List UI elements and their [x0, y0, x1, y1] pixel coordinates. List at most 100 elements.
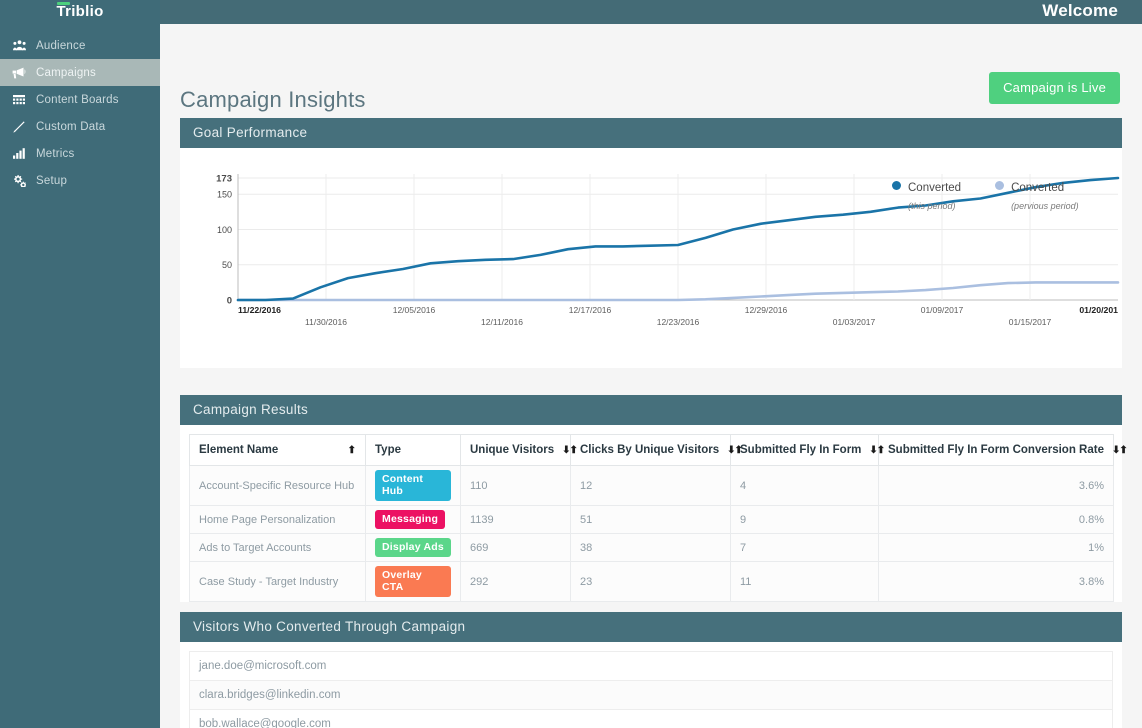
cell-type-badge: Messaging — [365, 505, 461, 534]
legend-label: Converted — [908, 182, 962, 194]
sidebar-item-label: Metrics — [36, 147, 75, 160]
sort-both-icon[interactable]: ⬇⬆ — [562, 445, 578, 456]
cell-element-name: Home Page Personalization — [189, 505, 366, 534]
type-badge: Overlay CTA — [375, 566, 451, 597]
cell-clicks-by-unique-visitors: 23 — [570, 561, 731, 602]
sidebar-item-label: Setup — [36, 174, 68, 187]
type-badge: Display Ads — [375, 538, 451, 557]
visitor-row[interactable]: jane.doe@microsoft.com — [189, 651, 1113, 680]
sidebar: Triblio Audience Campaigns Content Board… — [0, 0, 160, 728]
column-label: Clicks By Unique Visitors — [580, 444, 720, 456]
welcome-label: Welcome — [1042, 1, 1118, 20]
svg-text:12/11/2016: 12/11/2016 — [481, 317, 523, 327]
main-content: Campaign Insights Campaign is Live Goal … — [160, 24, 1142, 728]
sidebar-item-label: Campaigns — [36, 66, 96, 79]
legend-sublabel: (pervious period) — [1011, 201, 1079, 211]
campaign-results-body: Element Name ⬆ Type Unique Visitors ⬇⬆ Clicks… — [180, 425, 1128, 602]
cell-element-name: Account-Specific Resource Hub — [189, 465, 366, 506]
legend-label: Converted — [1011, 182, 1065, 194]
visitors-card: Visitors Who Converted Through Campaign … — [180, 612, 1122, 728]
legend-sublabel: (this period) — [908, 201, 956, 211]
campaign-results-title: Campaign Results — [180, 395, 1122, 425]
table-header-row: Element Name ⬆ Type Unique Visitors ⬇⬆ Clicks… — [189, 434, 1128, 466]
table-header-element-name[interactable]: Element Name ⬆ — [189, 434, 366, 466]
table-row[interactable]: Case Study - Target Industry Overlay CTA 2… — [189, 561, 1114, 602]
sidebar-item-audience[interactable]: Audience — [0, 32, 160, 59]
table-row[interactable]: Ads to Target Accounts Display Ads 669 38 7 1… — [189, 533, 1114, 562]
wand-icon — [8, 120, 30, 133]
table-header-unique-visitors[interactable]: Unique Visitors ⬇⬆ — [460, 434, 578, 466]
goal-performance-card: Goal Performance 0 50 100 150 173 11/22/2016 1… — [180, 118, 1122, 368]
users-icon — [8, 40, 30, 51]
brand-name: Triblio — [56, 3, 104, 20]
type-badge: Messaging — [375, 510, 446, 529]
cell-conversion-rate: 1% — [878, 533, 1114, 562]
svg-text:100: 100 — [217, 225, 232, 235]
table-row[interactable]: Home Page Personalization Messaging 1139 51… — [189, 505, 1114, 534]
cell-submitted-fly-in-form: 11 — [730, 561, 879, 602]
column-label: Element Name — [199, 444, 279, 456]
brand-accent-bar — [57, 2, 71, 5]
type-badge: Content Hub — [375, 470, 451, 501]
svg-text:12/17/2016: 12/17/2016 — [569, 305, 612, 315]
cell-conversion-rate: 0.8% — [878, 505, 1114, 534]
top-bar: Welcome — [0, 0, 1142, 24]
column-label: Unique Visitors — [470, 444, 555, 456]
legend-dot — [995, 181, 1005, 190]
sidebar-item-custom-data[interactable]: Custom Data — [0, 113, 160, 140]
visitor-row[interactable]: bob.wallace@google.com — [189, 709, 1113, 728]
svg-text:12/29/2016: 12/29/2016 — [745, 305, 788, 315]
table-header-submitted-fly-in-form-conversion-rate[interactable]: Submitted Fly In Form Conversion Rate ⬇⬆ — [878, 434, 1128, 466]
chart-legend: Converted (this period) Converted (pervi… — [892, 178, 1079, 214]
page-title: Campaign Insights — [180, 86, 366, 112]
table-row[interactable]: Account-Specific Resource Hub Content Hub… — [189, 465, 1114, 506]
svg-text:01/03/2017: 01/03/2017 — [833, 317, 876, 327]
sort-both-icon[interactable]: ⬇⬆ — [869, 445, 885, 456]
results-table: Element Name ⬆ Type Unique Visitors ⬇⬆ Clicks… — [189, 434, 1128, 602]
sidebar-item-metrics[interactable]: Metrics — [0, 140, 160, 167]
svg-text:01/20/201: 01/20/201 — [1079, 305, 1118, 315]
legend-item-this-period[interactable]: Converted (this period) — [892, 178, 961, 214]
svg-text:01/09/2017: 01/09/2017 — [921, 305, 964, 315]
sidebar-nav: Audience Campaigns Content Boards Custom… — [0, 32, 160, 194]
brand-logo[interactable]: Triblio — [0, 0, 160, 24]
cell-element-name: Ads to Target Accounts — [189, 533, 366, 562]
cell-type-badge: Content Hub — [365, 465, 461, 506]
table-body: Account-Specific Resource Hub Content Hub… — [189, 465, 1114, 602]
cell-unique-visitors: 1139 — [460, 505, 571, 534]
table-header-clicks-by-unique-visitors[interactable]: Clicks By Unique Visitors ⬇⬆ — [570, 434, 743, 466]
sidebar-item-label: Content Boards — [36, 93, 119, 106]
svg-text:12/05/2016: 12/05/2016 — [393, 305, 436, 315]
svg-text:12/23/2016: 12/23/2016 — [657, 317, 700, 327]
svg-text:50: 50 — [222, 260, 232, 270]
cell-type-badge: Overlay CTA — [365, 561, 461, 602]
campaign-results-card: Campaign Results Element Name ⬆ Type Unique… — [180, 395, 1128, 602]
sort-asc-icon[interactable]: ⬆ — [348, 445, 356, 456]
cell-type-badge: Display Ads — [365, 533, 461, 562]
column-label: Submitted Fly In Form — [740, 444, 862, 456]
cell-submitted-fly-in-form: 7 — [730, 533, 879, 562]
app-root: Welcome Triblio Audience Campaigns Conte… — [0, 0, 1142, 728]
bar-chart-icon — [8, 148, 30, 159]
cell-element-name: Case Study - Target Industry — [189, 561, 366, 602]
cell-unique-visitors: 669 — [460, 533, 571, 562]
sort-both-icon[interactable]: ⬇⬆ — [1112, 445, 1128, 456]
sidebar-item-campaigns[interactable]: Campaigns — [0, 59, 160, 86]
goal-performance-title: Goal Performance — [180, 118, 1122, 148]
svg-text:11/22/2016: 11/22/2016 — [238, 305, 281, 315]
cell-conversion-rate: 3.6% — [878, 465, 1114, 506]
table-header-submitted-fly-in-form[interactable]: Submitted Fly In Form ⬇⬆ — [730, 434, 885, 466]
sidebar-item-content-boards[interactable]: Content Boards — [0, 86, 160, 113]
svg-text:150: 150 — [217, 190, 232, 200]
cell-clicks-by-unique-visitors: 12 — [570, 465, 731, 506]
table-header-type[interactable]: Type — [365, 434, 461, 466]
svg-text:01/15/2017: 01/15/2017 — [1009, 317, 1052, 327]
sidebar-item-setup[interactable]: Setup — [0, 167, 160, 194]
legend-item-previous-period[interactable]: Converted (pervious period) — [995, 178, 1079, 214]
gears-icon — [8, 174, 30, 187]
cell-unique-visitors: 110 — [460, 465, 571, 506]
column-label: Submitted Fly In Form Conversion Rate — [888, 444, 1104, 456]
campaign-status-button[interactable]: Campaign is Live — [989, 72, 1120, 104]
visitor-row[interactable]: clara.bridges@linkedin.com — [189, 680, 1113, 709]
goal-performance-body: 0 50 100 150 173 11/22/2016 11/30/2016 12/05/20… — [180, 148, 1122, 368]
